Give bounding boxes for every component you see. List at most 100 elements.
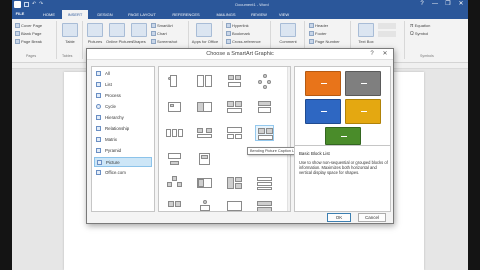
layout-thumbnail[interactable] — [225, 125, 244, 141]
tab-review[interactable]: REVIEW — [246, 10, 272, 19]
header-button[interactable]: Header — [309, 23, 328, 29]
undo-icon[interactable]: ↶ — [32, 1, 36, 7]
relationship-icon — [96, 126, 101, 132]
page-break-button[interactable]: Page Break — [15, 39, 42, 45]
dialog-close-button[interactable]: ✕ — [380, 50, 390, 59]
cross-reference-icon — [226, 39, 231, 45]
layout-thumbnail[interactable] — [165, 99, 184, 115]
tab-insert[interactable]: INSERT — [62, 10, 88, 19]
layout-thumbnail[interactable] — [255, 73, 274, 89]
hyperlink-icon — [226, 23, 231, 29]
layout-thumbnail[interactable] — [255, 199, 274, 211]
cover-page-icon — [15, 23, 20, 29]
tab-home[interactable]: HOME — [38, 10, 60, 19]
page-number-button[interactable]: Page Number — [309, 39, 340, 45]
bookmark-button[interactable]: Bookmark — [226, 31, 250, 37]
layout-thumbnail[interactable] — [165, 199, 184, 211]
header-label: Header — [315, 23, 329, 28]
quick-parts-button[interactable] — [378, 23, 396, 29]
redo-icon[interactable]: ↷ — [39, 1, 43, 7]
cancel-button[interactable]: Cancel — [358, 213, 386, 222]
table-icon[interactable] — [62, 23, 78, 37]
tab-mailings[interactable]: MAILINGS — [210, 10, 242, 19]
chart-button[interactable]: Chart — [151, 31, 167, 37]
category-picture[interactable]: Picture — [94, 157, 152, 167]
layout-thumbnail[interactable] — [195, 99, 214, 115]
category-pyramid[interactable]: Pyramid — [94, 146, 152, 156]
tab-design[interactable]: DESIGN — [92, 10, 118, 19]
layout-thumbnail[interactable] — [195, 199, 214, 211]
shapes-icon[interactable] — [131, 23, 147, 37]
online-pictures-icon[interactable] — [109, 23, 125, 37]
dialog-help-button[interactable]: ? — [367, 50, 377, 59]
layout-thumbnail[interactable] — [255, 99, 274, 115]
online-pictures-button-label: Online Pictures — [106, 39, 134, 44]
layout-thumbnail[interactable] — [225, 99, 244, 115]
category-cycle[interactable]: Cycle — [94, 102, 152, 112]
group-separator — [56, 21, 57, 59]
preview-block-yellow — [345, 99, 381, 124]
category-matrix[interactable]: Matrix — [94, 135, 152, 145]
close-window-button[interactable]: ✕ — [455, 1, 467, 8]
layout-thumbnail[interactable] — [195, 125, 214, 141]
layout-thumbnail[interactable] — [225, 199, 244, 211]
layout-thumbnail[interactable] — [225, 175, 244, 191]
tab-file[interactable]: FILE — [12, 9, 28, 19]
footer-icon — [309, 31, 314, 37]
cover-page-button[interactable]: Cover Page — [15, 23, 42, 29]
pyramid-icon — [96, 148, 101, 154]
smartart-button[interactable]: SmartArt — [151, 23, 173, 29]
bending-picture-caption-list-thumbnail[interactable] — [255, 125, 274, 141]
category-hierarchy[interactable]: Hierarchy — [94, 113, 152, 123]
cross-reference-button[interactable]: Cross-reference — [226, 39, 261, 45]
save-icon[interactable] — [24, 2, 29, 7]
layout-thumbnail[interactable] — [195, 151, 214, 167]
equation-button[interactable]: π Equation — [410, 23, 430, 29]
layout-thumbnail[interactable] — [255, 175, 274, 191]
category-all[interactable]: All — [94, 69, 152, 79]
layout-thumbnail[interactable] — [225, 73, 244, 89]
smartart-dialog: Choose a SmartArt Graphic ? ✕ All List P… — [86, 48, 394, 224]
help-button[interactable]: ? — [416, 1, 428, 8]
page-break-label: Page Break — [21, 39, 42, 44]
preview-block-gray — [345, 71, 381, 96]
footer-button[interactable]: Footer — [309, 31, 327, 37]
process-icon — [96, 93, 101, 99]
blank-page-icon — [15, 31, 20, 37]
footer-label: Footer — [315, 31, 327, 36]
category-label: Relationship — [105, 126, 130, 131]
wordart-button[interactable] — [378, 31, 396, 37]
hyperlink-button[interactable]: Hyperlink — [226, 23, 249, 29]
layout-thumbnail[interactable] — [195, 175, 214, 191]
category-list-item[interactable]: List — [94, 80, 152, 90]
layout-thumbnail[interactable] — [165, 175, 184, 191]
restore-button[interactable]: ❐ — [442, 1, 454, 8]
category-relationship[interactable]: Relationship — [94, 124, 152, 134]
layout-thumbnail[interactable] — [165, 73, 184, 89]
blank-page-button[interactable]: Blank Page — [15, 31, 41, 37]
minimize-button[interactable]: — — [429, 1, 441, 8]
layout-thumbnail[interactable] — [195, 73, 214, 89]
screenshot-button[interactable]: Screenshot — [151, 39, 177, 45]
category-process[interactable]: Process — [94, 91, 152, 101]
comment-icon[interactable] — [280, 23, 296, 37]
page-number-icon — [309, 39, 314, 45]
apps-for-office-icon[interactable] — [196, 23, 212, 37]
layout-thumbnail[interactable] — [165, 151, 184, 167]
group-label-tables: Tables — [62, 54, 73, 58]
comment-button-label: Comment — [279, 39, 297, 44]
symbol-button[interactable]: Ω Symbol — [410, 31, 428, 37]
pictures-icon[interactable] — [87, 23, 103, 37]
category-list: All List Process Cycle Hierarchy Relatio… — [91, 66, 155, 212]
hierarchy-icon — [96, 115, 101, 121]
tab-references[interactable]: REFERENCES — [166, 10, 206, 19]
tab-view[interactable]: VIEW — [274, 10, 294, 19]
text-box-icon[interactable] — [358, 23, 374, 37]
gallery-scrollbar[interactable] — [287, 67, 290, 211]
tab-page-layout[interactable]: PAGE LAYOUT — [122, 10, 162, 19]
smartart-label: SmartArt — [157, 23, 173, 28]
ok-button[interactable]: OK — [327, 213, 351, 222]
layout-thumbnail[interactable] — [165, 125, 184, 141]
category-office-com[interactable]: Office.com — [94, 168, 152, 178]
layout-gallery — [158, 66, 291, 212]
